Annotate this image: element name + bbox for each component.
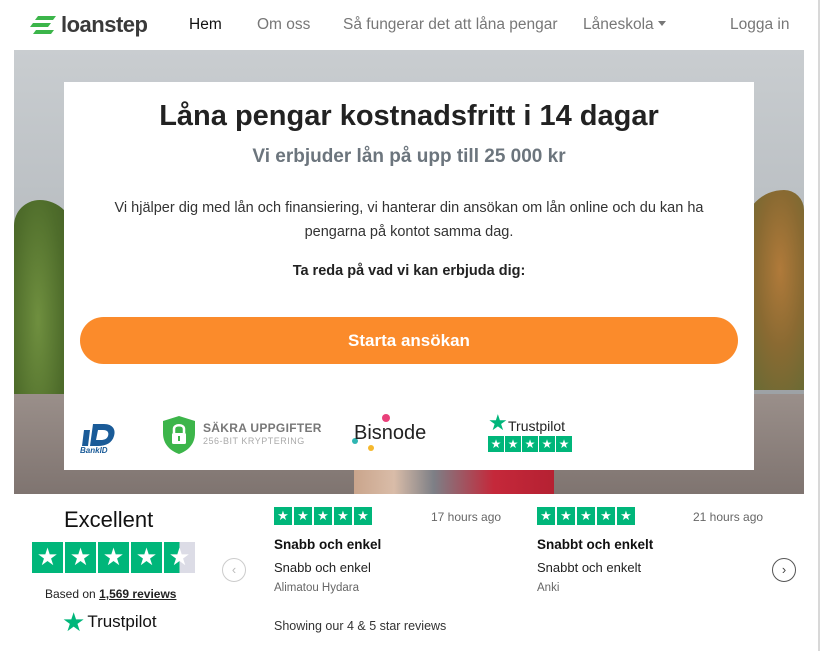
top-navbar: loanstep Hem Om oss Så fungerar det att … [0,0,820,50]
hero-prompt: Ta reda på vad vi kan erbjuda dig: [292,263,526,279]
review-text: Snabbt och enkelt [537,560,642,575]
hero-description: Vi hjälper dig med lån och finansiering,… [114,200,704,240]
review-title[interactable]: Snabb och enkel [274,537,381,552]
chevron-down-icon [657,21,666,26]
overall-rating-stars: ★ ★ ★ ★ ★ [32,542,195,573]
review-stars: ★ ★ ★ ★ ★ [274,507,372,525]
rating-label: Excellent [64,507,154,532]
review-author: Anki [537,582,560,594]
page-subtitle: Vi erbjuder lån på upp till 25 000 kr [252,146,566,167]
based-on-prefix: Based on [45,587,96,601]
star-icon: ★ [32,542,63,573]
trustpilot-badge-stars: ★ ★ ★ ★ ★ [488,436,572,452]
brand-name: loanstep [61,12,148,37]
carousel-next-button[interactable]: › [772,558,796,582]
login-link[interactable]: Logga in [730,16,789,34]
star-icon: ★ [597,507,615,525]
star-icon: ★ [274,507,292,525]
star-icon: ★ [334,507,352,525]
reviews-filter-note: Showing our 4 & 5 star reviews [274,619,447,633]
star-icon: ★ [556,436,572,452]
secure-data-subtitle: 256-BIT KRYPTERING [203,436,305,446]
star-icon: ★ [488,436,504,452]
trustpilot-logo-text: Trustpilot [87,612,157,631]
logo-mark-icon [30,16,56,34]
star-icon: ★ [98,542,129,573]
hero-card: Låna pengar kostnadsfritt i 14 dagar Vi … [64,82,754,470]
nav-item-loan-school-label: Låneskola [583,16,654,33]
nav-item-how-it-works[interactable]: Så fungerar det att låna pengar [343,16,558,34]
carousel-prev-button[interactable]: ‹ [222,558,246,582]
star-icon: ★ [557,507,575,525]
half-star-icon: ★ [164,542,195,573]
star-icon: ★ [537,507,555,525]
bisnode-dot-pink [382,414,390,422]
trustpilot-star-icon: ★ [488,410,508,435]
start-application-button[interactable]: Starta ansökan [80,317,738,364]
bankid-label: BankID [80,446,108,455]
star-icon: ★ [294,507,312,525]
page-title: Låna pengar kostnadsfritt i 14 dagar [159,100,659,132]
brand-logo[interactable]: loanstep [28,12,148,38]
nav-item-about[interactable]: Om oss [257,16,310,34]
bisnode-logo: Bisnode [354,422,427,444]
review-author: Alimatou Hydara [274,582,360,594]
star-icon: ★ [354,507,372,525]
star-icon: ★ [314,507,332,525]
star-icon: ★ [505,436,521,452]
star-icon: ★ [65,542,96,573]
review-stars: ★ ★ ★ ★ ★ [537,507,635,525]
star-icon: ★ [522,436,538,452]
star-icon: ★ [577,507,595,525]
bisnode-dot-yellow [368,445,374,451]
shield-lock-icon [163,416,195,454]
secure-data-title: SÄKRA UPPGIFTER [203,421,322,435]
review-time: 17 hours ago [431,510,502,524]
star-icon: ★ [131,542,162,573]
review-title[interactable]: Snabbt och enkelt [537,537,653,552]
review-text: Snabb och enkel [274,560,371,575]
reviews-link[interactable]: 1,569 reviews [99,587,176,601]
review-time: 21 hours ago [693,510,764,524]
trustpilot-badge-label: Trustpilot [508,418,566,434]
star-icon: ★ [539,436,555,452]
trustpilot-logo[interactable]: ★ Trustpilot [62,607,157,637]
star-icon: ★ [617,507,635,525]
reviews-count: Based on 1,569 reviews [45,587,176,601]
nav-item-home[interactable]: Hem [189,16,222,34]
trustpilot-star-icon: ★ [62,607,86,637]
nav-item-loan-school[interactable]: Låneskola [583,16,666,34]
